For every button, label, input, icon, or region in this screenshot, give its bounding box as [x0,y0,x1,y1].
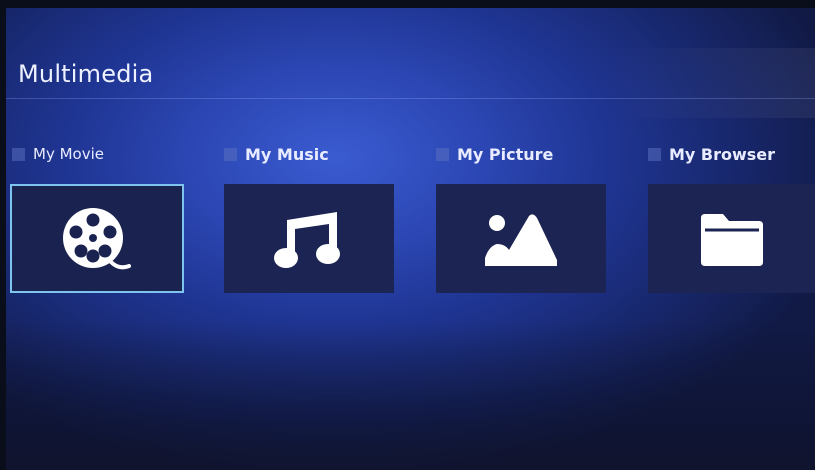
my-browser-label-row[interactable]: My Browser [648,144,775,164]
my-movie-label: My Movie [33,145,104,163]
multimedia-screen: Multimedia My Movie My Music My Picture … [6,8,815,470]
my-movie-label-row[interactable]: My Movie [12,144,104,164]
my-movie-checkbox[interactable] [12,147,25,161]
my-browser-checkbox[interactable] [648,147,661,161]
music-note-icon [273,208,345,270]
my-music-checkbox[interactable] [224,147,237,161]
my-picture-tile[interactable] [436,184,606,293]
my-picture-label-row[interactable]: My Picture [436,144,553,164]
picture-icon [483,210,559,268]
my-music-tile[interactable] [224,184,394,293]
page-title: Multimedia [18,60,154,88]
film-reel-icon [61,206,133,272]
my-music-label-row[interactable]: My Music [224,144,329,164]
my-music-label: My Music [245,144,329,164]
folder-icon [697,210,767,268]
my-picture-checkbox[interactable] [436,147,449,161]
header-divider [6,98,815,99]
my-browser-tile[interactable] [648,184,815,293]
my-movie-tile[interactable] [10,184,184,293]
my-browser-label: My Browser [669,144,776,164]
my-picture-label: My Picture [457,144,554,164]
